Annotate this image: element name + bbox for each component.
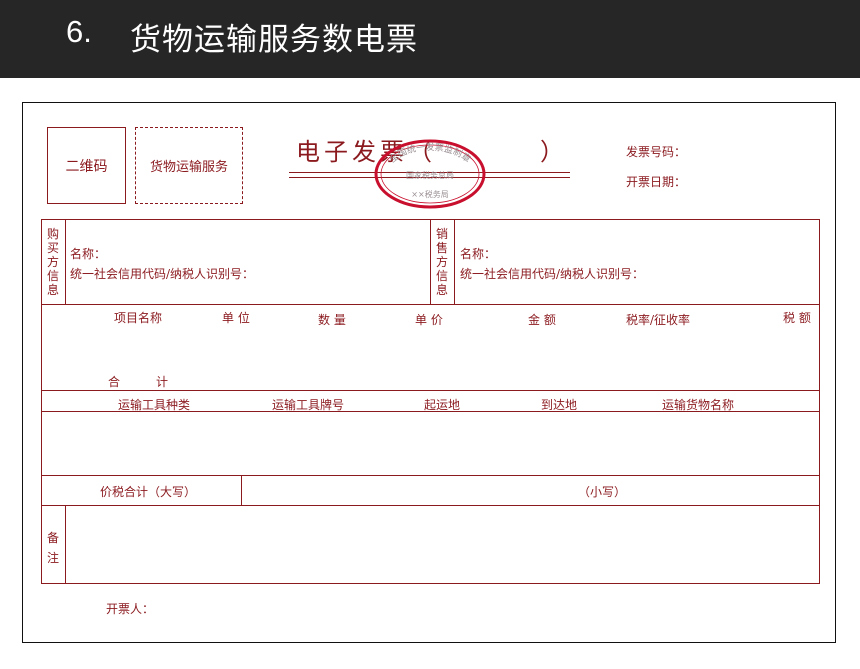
invoice-number-label: 发票号码： <box>626 145 687 159</box>
qr-code-box: 二维码 <box>47 127 126 204</box>
service-type-label: 货物运输服务 <box>149 160 228 175</box>
service-type-box: 货物运输服务 <box>135 127 243 204</box>
tax-seal-icon: 全国统一发票监制章 国家税务总局 ××税务局 <box>374 139 486 209</box>
section-title: 货物运输服务数电票 <box>130 22 418 58</box>
seal-middle-text: 国家税务总局 <box>406 170 454 180</box>
col-item-name: 项目名称 <box>114 311 163 325</box>
seller-name-label: 名称： <box>460 247 497 261</box>
section-number: 6. <box>66 14 92 49</box>
party-section-bottom <box>41 304 820 305</box>
col-tax-amount: 税 额 <box>783 311 811 325</box>
invoice-title-close: ） <box>540 138 564 166</box>
remarks-label: 备注 <box>46 531 59 565</box>
buyer-seller-divider <box>430 219 431 304</box>
total-label: 合 计 <box>108 375 169 389</box>
col-unit-price: 单 价 <box>415 313 443 327</box>
total-row-divider <box>241 475 242 505</box>
remarks-divider <box>65 505 66 583</box>
issuer-label: 开票人： <box>106 602 155 616</box>
buyer-side-label: 购买方信息 <box>46 227 59 297</box>
seller-side-divider <box>454 219 455 304</box>
seller-side-label: 销售方信息 <box>435 227 448 297</box>
table-left-border <box>41 219 42 583</box>
seal-bottom-text: ××税务局 <box>411 189 448 199</box>
seller-id-label: 统一社会信用代码/纳税人识别号： <box>460 267 645 281</box>
price-tax-total-lower-label: （小写） <box>578 485 627 499</box>
transport-header-bottom <box>41 411 820 412</box>
table-bottom-border <box>41 583 820 584</box>
buyer-side-divider <box>65 219 66 304</box>
col-unit: 单 位 <box>222 311 250 325</box>
slide-header: 6. 货物运输服务数电票 <box>0 0 860 78</box>
buyer-id-label: 统一社会信用代码/纳税人识别号： <box>70 267 255 281</box>
items-section-bottom <box>41 390 820 391</box>
seal-top-text: 全国统一发票监制章 <box>387 141 473 165</box>
col-tax-rate: 税率/征收率 <box>626 313 691 327</box>
total-row-bottom <box>41 505 820 506</box>
table-right-border <box>819 219 820 583</box>
issue-date-label: 开票日期： <box>626 175 687 189</box>
col-amount: 金 额 <box>528 313 556 327</box>
transport-section-bottom <box>41 475 820 476</box>
col-quantity: 数 量 <box>318 313 346 327</box>
qr-code-label: 二维码 <box>65 158 108 175</box>
buyer-name-label: 名称： <box>70 247 107 261</box>
price-tax-total-upper-label: 价税合计（大写） <box>100 485 197 499</box>
